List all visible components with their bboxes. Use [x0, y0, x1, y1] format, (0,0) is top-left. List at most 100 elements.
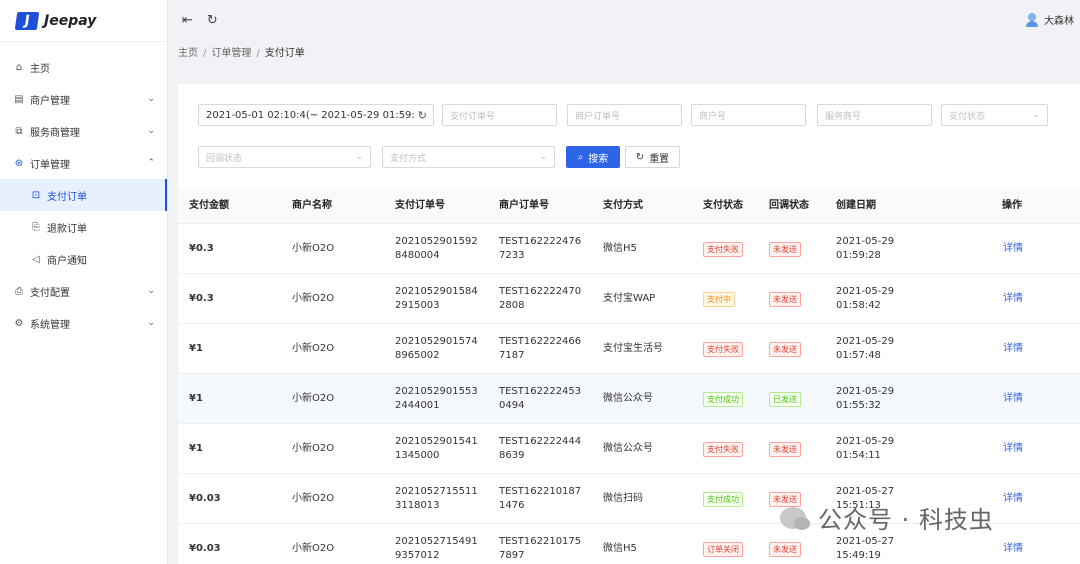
notify-state-badge: 未发送 [769, 291, 801, 307]
sidebar-item-label: 商户管理 [30, 95, 70, 107]
chevron-down-icon: ⌄ [355, 152, 363, 162]
cell-amount: ¥1 [189, 343, 203, 354]
cell-created-date: 2021-05-29 [836, 286, 895, 297]
sidebar-item-refund-order[interactable]: ⎘ 退款订单 [0, 211, 167, 243]
cell-pay-order-no: 20210529015411345000 [395, 436, 478, 461]
col-notify-state: 回调状态 [769, 200, 809, 211]
cell-mch-name: 小新O2O [292, 243, 335, 254]
cell-created-time: 01:54:11 [836, 450, 881, 461]
sidebar-item-pay-config[interactable]: ⎙ 支付配置 ⌄ [0, 275, 167, 307]
sidebar-item-label: 支付订单 [47, 191, 87, 203]
col-amount: 支付金额 [189, 200, 229, 211]
notify-state-placeholder: 回调状态 [206, 153, 243, 164]
notify-icon: ◁ [32, 253, 40, 265]
cell-mch-order-no: TEST1622224702808 [499, 286, 582, 311]
pay-state-badge: 订单关闭 [703, 541, 743, 557]
sidebar: J Jeepay ⌂ 主页 ▤ 商户管理 ⌄ ⧉ 服务商管理 ⌄ ⊛ 订单管理 … [0, 0, 168, 564]
chevron-down-icon: ⌄ [147, 94, 155, 104]
avatar [1026, 12, 1038, 27]
pay-way-placeholder: 支付方式 [390, 153, 427, 164]
chevron-up-icon: ⌃ [147, 158, 155, 168]
cell-mch-order-no: TEST1622224530494 [499, 386, 582, 411]
reset-button[interactable]: ↻ 重置 [625, 146, 680, 168]
table-row: ¥0.3 小新O2O 20210529015842915003 TEST1622… [178, 274, 1080, 324]
menu-fold-icon[interactable]: ⇤ [182, 13, 193, 28]
col-mch-name: 商户名称 [292, 200, 332, 211]
cell-mch-order-no: TEST1622224667187 [499, 336, 582, 361]
user-name: 大森林 [1044, 16, 1074, 27]
cell-created-date: 2021-05-29 [836, 236, 895, 247]
sidebar-item-label: 订单管理 [30, 159, 70, 171]
provider-icon: ⧉ [15, 125, 23, 137]
cell-mch-name: 小新O2O [292, 343, 335, 354]
pay-state-select[interactable]: 支付状态 ⌄ [941, 104, 1048, 126]
sidebar-item-home[interactable]: ⌂ 主页 [0, 51, 167, 83]
chevron-down-icon: ⌄ [147, 126, 155, 136]
mch-order-no-placeholder: 商户订单号 [575, 111, 621, 122]
cell-created-date: 2021-05-27 [836, 486, 895, 497]
sidebar-item-pay-order[interactable]: ⊡ 支付订单 [0, 179, 167, 211]
col-action: 操作 [1002, 200, 1022, 211]
col-pay-state: 支付状态 [703, 200, 743, 211]
chevron-down-icon: ⌄ [147, 286, 155, 296]
user-menu[interactable]: 大森林 [1026, 12, 1074, 27]
cell-pay-way: 支付宝生活号 [603, 343, 663, 354]
sidebar-item-order[interactable]: ⊛ 订单管理 ⌃ [0, 147, 167, 179]
cell-pay-way: 支付宝WAP [603, 293, 656, 304]
cell-pay-order-no: 20210527155113118013 [395, 486, 478, 511]
pay-state-badge: 支付成功 [703, 391, 743, 407]
sidebar-item-notify[interactable]: ◁ 商户通知 [0, 243, 167, 275]
col-mch-order-no: 商户订单号 [499, 200, 549, 211]
detail-link[interactable]: 详情 [1003, 224, 1023, 274]
sidebar-item-system[interactable]: ⚙ 系统管理 ⌄ [0, 307, 167, 339]
merchant-icon: ▤ [14, 93, 24, 105]
table-row: ¥1 小新O2O 20210529015411345000 TEST162222… [178, 424, 1080, 474]
sidebar-item-merchant[interactable]: ▤ 商户管理 ⌄ [0, 83, 167, 115]
pay-way-select[interactable]: 支付方式 ⌄ [382, 146, 555, 168]
logo[interactable]: J Jeepay [0, 0, 167, 42]
reload-icon[interactable]: ↻ [207, 13, 218, 28]
sidebar-item-provider[interactable]: ⧉ 服务商管理 ⌄ [0, 115, 167, 147]
isv-no-placeholder: 服务商号 [825, 111, 862, 122]
logo-text: Jeepay [44, 12, 97, 29]
mch-order-no-input[interactable]: 商户订单号 [567, 104, 682, 126]
detail-link[interactable]: 详情 [1003, 524, 1023, 564]
notify-state-select[interactable]: 回调状态 ⌄ [198, 146, 371, 168]
cell-pay-order-no: 20210529015748965002 [395, 336, 478, 361]
chevron-down-icon: ⌄ [539, 152, 547, 162]
breadcrumb-home[interactable]: 主页 [178, 48, 198, 59]
cell-created-time: 01:55:32 [836, 400, 881, 411]
pay-order-no-input[interactable]: 支付订单号 [442, 104, 557, 126]
cell-created-time: 15:49:19 [836, 550, 881, 561]
search-button[interactable]: ⌕ 搜索 [566, 146, 620, 168]
pay-state-badge: 支付中 [703, 291, 735, 307]
cell-amount: ¥0.3 [189, 293, 214, 304]
mch-no-placeholder: 商户号 [699, 111, 727, 122]
detail-link[interactable]: 详情 [1003, 474, 1023, 524]
col-pay-way: 支付方式 [603, 200, 643, 211]
date-range-picker[interactable]: 2021-05-01 02:10:4(~ 2021-05-29 01:59:5!… [198, 104, 434, 126]
pay-state-badge: 支付成功 [703, 491, 743, 507]
detail-link[interactable]: 详情 [1003, 374, 1023, 424]
cell-pay-order-no: 20210527154919357012 [395, 536, 478, 561]
table-row: ¥0.3 小新O2O 20210529015928480004 TEST1622… [178, 224, 1080, 274]
detail-link[interactable]: 详情 [1003, 274, 1023, 324]
detail-link[interactable]: 详情 [1003, 424, 1023, 474]
notify-state-badge: 未发送 [769, 541, 801, 557]
cell-pay-order-no: 20210529015842915003 [395, 286, 478, 311]
mch-no-input[interactable]: 商户号 [691, 104, 806, 126]
table-row: ¥1 小新O2O 20210529015748965002 TEST162222… [178, 324, 1080, 374]
cell-amount: ¥0.03 [189, 543, 221, 554]
pay-order-no-placeholder: 支付订单号 [450, 111, 496, 122]
notify-state-badge: 未发送 [769, 441, 801, 457]
date-refresh-icon[interactable]: ↻ [414, 108, 427, 122]
sidebar-item-label: 商户通知 [47, 255, 87, 267]
system-icon: ⚙ [14, 317, 24, 329]
isv-no-input[interactable]: 服务商号 [817, 104, 932, 126]
detail-link[interactable]: 详情 [1003, 324, 1023, 374]
pay-state-badge: 支付失败 [703, 341, 743, 357]
cell-created-date: 2021-05-29 [836, 386, 895, 397]
cell-mch-order-no: TEST1622101757897 [499, 536, 582, 561]
wechat-icon [780, 506, 810, 530]
breadcrumb-parent[interactable]: 订单管理 [211, 48, 251, 59]
